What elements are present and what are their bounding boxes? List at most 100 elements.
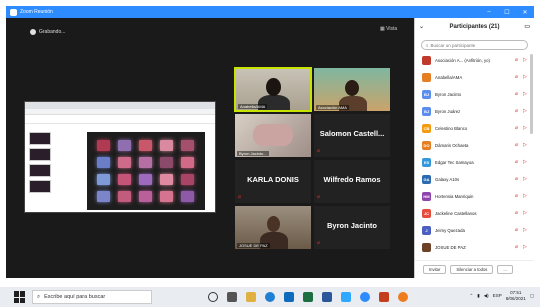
video-tile-wilfredo[interactable]: Wilfredo Ramos ⌀ xyxy=(313,159,391,204)
task-view-icon[interactable] xyxy=(227,292,237,302)
participant-name: Jeimy Quezada xyxy=(435,228,465,233)
video-tile-salomon[interactable]: Salomon Castell... ⌀ xyxy=(313,113,391,158)
maximize-button[interactable]: ☐ xyxy=(500,6,514,18)
participant-label: JOSUE DE PAZ xyxy=(237,243,270,248)
participant-status-icons: ⌀ ▷ xyxy=(515,159,529,165)
camera-off-icon: ▷ xyxy=(523,210,527,216)
mail-icon[interactable] xyxy=(284,292,294,302)
slide-thumbnail[interactable] xyxy=(29,164,51,177)
notifications-icon[interactable]: ▢ xyxy=(530,293,534,299)
video-tile-byron[interactable]: Byron Jacinto ⌀ xyxy=(313,205,391,250)
minimize-button[interactable]: – xyxy=(482,6,496,18)
slide-thumbnail[interactable] xyxy=(29,180,51,193)
participant-search-input[interactable]: ⌕ Buscar un participante xyxy=(421,40,528,50)
muted-mic-icon: ⌀ xyxy=(515,159,519,165)
muted-mic-icon: ⌀ xyxy=(515,176,519,182)
mute-all-button[interactable]: Silenciar a todos xyxy=(450,265,494,274)
participant-avatar xyxy=(422,243,431,252)
invite-button[interactable]: Invitar xyxy=(423,265,447,274)
edge-icon[interactable] xyxy=(265,292,275,302)
slide-square xyxy=(118,157,131,168)
participant-row[interactable]: J Jeimy Quezada ⌀ ▷ xyxy=(415,222,534,239)
view-button[interactable]: ▦ Vista xyxy=(380,26,397,32)
camera-off-icon: ▷ xyxy=(523,244,527,250)
muted-mic-icon: ⌀ xyxy=(317,194,321,200)
muted-mic-icon: ⌀ xyxy=(515,227,519,233)
video-tile-3[interactable]: Byron Jacinto... xyxy=(234,113,312,158)
participant-avatar: BJ xyxy=(422,107,431,116)
popout-icon[interactable]: ⌄ xyxy=(419,23,424,30)
taskbar-apps xyxy=(208,292,408,302)
slide-square xyxy=(97,140,110,151)
slide-square xyxy=(139,174,152,185)
taskbar-search-placeholder: Escribe aquí para buscar xyxy=(44,294,106,300)
participant-row[interactable]: DO Dámaris Ochaeta ⌀ ▷ xyxy=(415,137,534,154)
participant-status-icons: ⌀ ▷ xyxy=(515,227,529,233)
camera-off-icon: ▷ xyxy=(523,57,527,63)
participant-name: Asociación A... (Anfitrión, yo) xyxy=(435,58,490,63)
chrome-icon[interactable] xyxy=(398,292,408,302)
participant-row[interactable]: CB Celestino Blanco ⌀ ▷ xyxy=(415,120,534,137)
participant-name: Byron Juárez xyxy=(435,109,461,114)
shared-screen[interactable] xyxy=(24,101,216,213)
participant-label: Byron Jacinto... xyxy=(237,151,269,156)
recording-label: Grabando... xyxy=(39,28,66,35)
camera-off-icon: ▷ xyxy=(523,176,527,182)
participant-row[interactable]: GA Galaxy A10s ⌀ ▷ xyxy=(415,171,534,188)
muted-mic-icon: ⌀ xyxy=(515,91,519,97)
participant-row[interactable]: JC Jackeline Castellanos ⌀ ▷ xyxy=(415,205,534,222)
powerpoint-icon[interactable] xyxy=(379,292,389,302)
video-tile-anabella[interactable]: Anabella/AMA xyxy=(234,67,312,112)
camera-off-icon: ▷ xyxy=(523,125,527,131)
participant-row[interactable]: ES Edgar Tec Samayoa ⌀ ▷ xyxy=(415,154,534,171)
slide-square xyxy=(139,157,152,168)
slide-thumbnail[interactable] xyxy=(29,132,51,145)
close-button[interactable]: ✕ xyxy=(518,6,532,18)
panel-close-icon[interactable]: ▭ xyxy=(524,23,530,30)
record-icon xyxy=(30,28,36,35)
slide-square xyxy=(97,174,110,185)
volume-icon[interactable]: ◀) xyxy=(484,293,489,299)
network-icon[interactable]: ▮ xyxy=(477,293,479,299)
slide-square xyxy=(181,157,194,168)
recording-indicator[interactable]: Grabando... xyxy=(30,26,65,37)
current-slide xyxy=(87,132,205,210)
video-tile-josue[interactable]: JOSUE DE PAZ xyxy=(234,205,312,250)
clock[interactable]: 07:51 8/06/2021 xyxy=(506,290,526,301)
word-icon[interactable] xyxy=(322,292,332,302)
participant-row[interactable]: JOSUE DE PAZ ⌀ ▷ xyxy=(415,239,534,256)
muted-mic-icon: ⌀ xyxy=(515,108,519,114)
slide-square xyxy=(160,191,173,202)
tray-arrow-icon[interactable]: ⌃ xyxy=(469,293,473,299)
more-options-button[interactable]: ... xyxy=(497,265,513,274)
system-tray: ⌃ ▮ ◀) ESP 07:51 8/06/2021 ▢ xyxy=(469,290,534,301)
participant-avatar xyxy=(422,56,431,65)
participant-avatar: HM xyxy=(422,192,431,201)
file-explorer-icon[interactable] xyxy=(246,292,256,302)
photos-icon[interactable] xyxy=(341,292,351,302)
participant-label: Anabella/AMA xyxy=(238,104,268,109)
cortana-icon[interactable] xyxy=(208,292,218,302)
windows-start-icon[interactable] xyxy=(14,291,26,303)
participant-row[interactable]: BJ Byron Jacinto ⌀ ▷ xyxy=(415,86,534,103)
clock-date: 8/06/2021 xyxy=(505,295,526,301)
video-tile-asociacion[interactable]: Asociación AMA xyxy=(313,67,391,112)
video-tile-karla[interactable]: KARLA DONIS ⌀ xyxy=(234,159,312,204)
zoom-taskbar-icon[interactable] xyxy=(360,292,370,302)
participant-row[interactable]: Anabella/AMA ⌀ ▷ xyxy=(415,69,534,86)
excel-icon[interactable] xyxy=(303,292,313,302)
participant-row[interactable]: BJ Byron Juárez ⌀ ▷ xyxy=(415,103,534,120)
participant-list-scrollbar[interactable] xyxy=(530,54,533,134)
camera-off-icon: ▷ xyxy=(523,159,527,165)
zoom-window: Zoom Reunión – ☐ ✕ Grabando... ▦ Vista A… xyxy=(6,6,534,278)
language-indicator[interactable]: ESP xyxy=(493,293,502,298)
slide-thumbnail[interactable] xyxy=(29,148,51,161)
participant-status-icons: ⌀ ▷ xyxy=(515,193,529,199)
taskbar-search-input[interactable]: ⌕ Escribe aquí para buscar xyxy=(32,290,152,304)
participant-row[interactable]: Asociación A... (Anfitrión, yo) ⌀ ▷ xyxy=(415,52,534,69)
camera-off-icon: ▷ xyxy=(523,227,527,233)
muted-mic-icon: ⌀ xyxy=(515,125,519,131)
participant-status-icons: ⌀ ▷ xyxy=(515,91,529,97)
participant-row[interactable]: HM Hortensia Manriquin ⌀ ▷ xyxy=(415,188,534,205)
participant-avatar: BJ xyxy=(422,90,431,99)
